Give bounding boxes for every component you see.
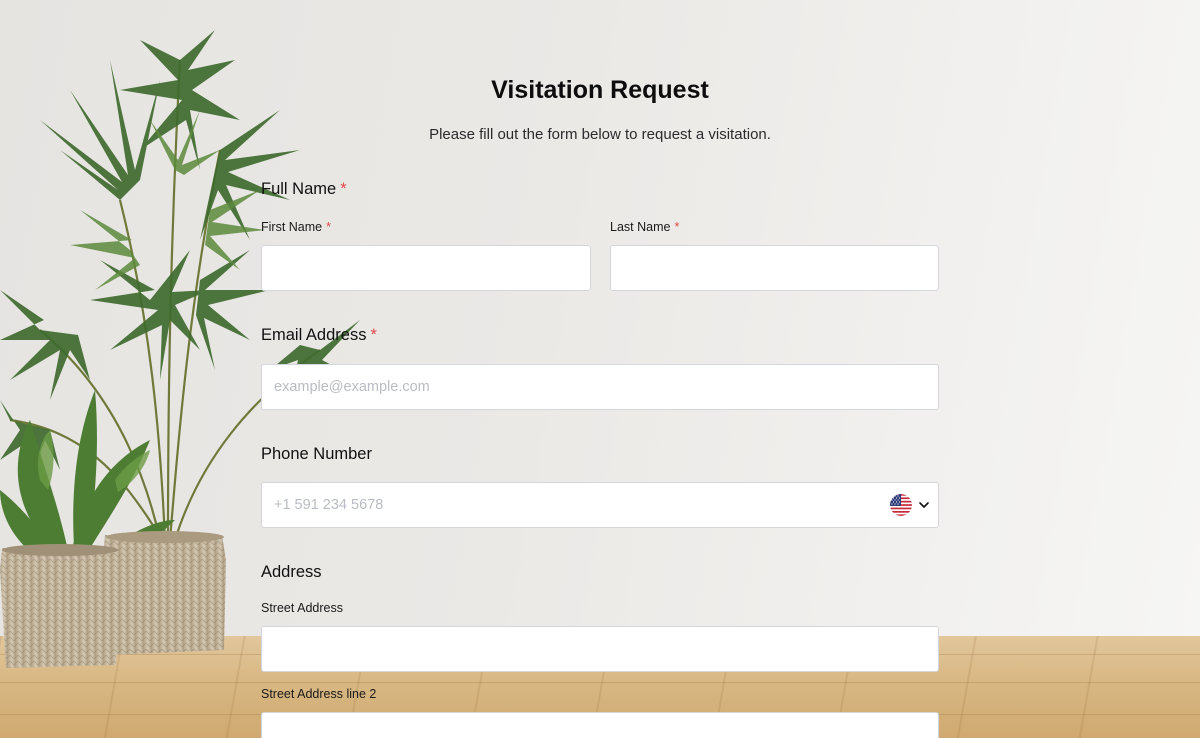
email-field [261,364,939,410]
last-name-label-text: Last Name [610,220,671,234]
phone-field [261,482,939,528]
street-address-line2-input[interactable] [262,713,938,738]
phone-label-text: Phone Number [261,445,372,463]
required-marker: * [340,180,347,198]
phone-label: Phone Number [261,445,372,464]
required-marker: * [674,220,680,234]
required-marker: * [370,326,377,344]
phone-input[interactable] [262,483,938,527]
last-name-label: Last Name * [610,220,679,234]
first-name-input[interactable] [262,246,590,290]
street-address-line2-field [261,712,939,738]
email-label: Email Address * [261,326,377,345]
us-flag-icon [890,494,912,516]
required-marker: * [326,220,331,234]
full-name-label: Full Name * [261,180,347,199]
country-code-dropdown[interactable] [890,492,930,518]
last-name-field [610,245,939,291]
first-name-label: First Name * [261,220,331,234]
full-name-label-text: Full Name [261,180,337,198]
email-input[interactable] [262,365,938,409]
street-address-input[interactable] [262,627,938,671]
street-address-line2-label: Street Address line 2 [261,687,377,701]
first-name-label-text: First Name [261,220,323,234]
page-subtitle: Please fill out the form below to reques… [429,126,771,143]
street-address-label: Street Address [261,601,343,615]
address-label-text: Address [261,563,322,581]
email-label-text: Email Address [261,326,367,344]
first-name-field [261,245,591,291]
chevron-down-icon [919,502,929,508]
last-name-input[interactable] [611,246,938,290]
address-label: Address [261,563,322,582]
street-address-field [261,626,939,672]
page-title: Visitation Request [491,76,709,104]
